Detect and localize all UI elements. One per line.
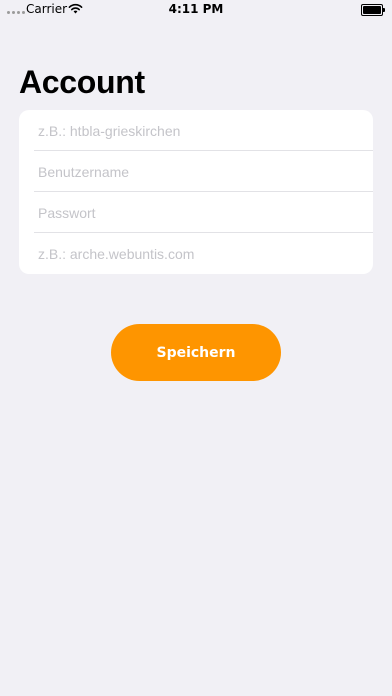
school-input[interactable] [38, 110, 358, 151]
password-row [19, 192, 373, 233]
battery-icon [361, 4, 385, 16]
username-input[interactable] [38, 151, 358, 192]
username-row [19, 151, 373, 192]
status-bar: Carrier 4:11 PM [0, 0, 392, 20]
server-row [19, 233, 373, 274]
school-row [19, 110, 373, 151]
save-button[interactable]: Speichern [111, 324, 281, 381]
server-input[interactable] [38, 233, 358, 274]
page-title: Account [19, 64, 145, 100]
status-time: 4:11 PM [168, 2, 224, 16]
account-form-card [19, 110, 373, 274]
password-input[interactable] [38, 192, 358, 233]
